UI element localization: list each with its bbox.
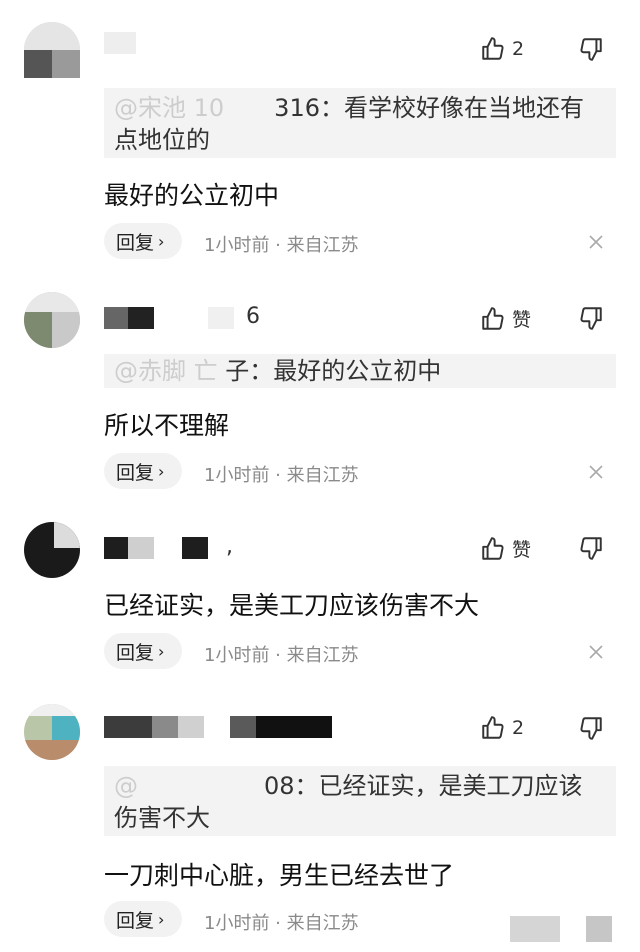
- avatar[interactable]: [24, 292, 80, 348]
- comment-item: 2 @宋池 10 316：看学校好像在当地还有点地位的 最好的公立初中 回复 › …: [0, 0, 640, 270]
- like-button[interactable]: 赞: [480, 535, 531, 562]
- reply-label: 回复: [116, 231, 155, 254]
- like-label: 赞: [512, 539, 532, 561]
- quoted-username: @: [114, 772, 138, 800]
- reply-button[interactable]: 回复 ›: [104, 901, 182, 937]
- thumbs-up-icon: [482, 536, 504, 560]
- thumbs-down-icon: [580, 38, 602, 61]
- reply-label: 回复: [116, 461, 155, 484]
- close-icon[interactable]: [586, 462, 606, 482]
- close-icon[interactable]: [586, 642, 606, 662]
- like-button[interactable]: 赞: [480, 305, 531, 332]
- quoted-username: @赤脚 亡: [114, 357, 226, 385]
- chevron-right-icon: ›: [158, 909, 165, 929]
- quoted-reply[interactable]: @赤脚 亡 子：最好的公立初中: [104, 354, 616, 388]
- like-label: 赞: [512, 309, 532, 331]
- comment-text: 已经证实，是美工刀应该伤害不大: [104, 591, 480, 620]
- comment-meta: 1小时前 · 来自江苏: [204, 645, 359, 666]
- username-redacted[interactable]: [104, 716, 332, 738]
- thumbs-up-icon: [482, 37, 504, 60]
- reply-button[interactable]: 回复 ›: [104, 223, 182, 259]
- dislike-button[interactable]: [578, 715, 604, 741]
- like-button[interactable]: 2: [480, 36, 524, 62]
- comment-text: 一刀刺中心脏，男生已经去世了: [104, 861, 455, 890]
- comment-item: , 赞 已经证实，是美工刀应该伤害不大 回复 › 1小时前 · 来自江苏: [0, 500, 640, 690]
- dislike-button[interactable]: [578, 535, 604, 561]
- reply-label: 回复: [116, 641, 155, 664]
- thumbs-up-icon: [482, 716, 504, 739]
- comment-item: 6 赞 @赤脚 亡 子：最好的公立初中 所以不理解 回复 › 1小时前 · 来自…: [0, 270, 640, 500]
- chevron-right-icon: ›: [158, 231, 165, 251]
- quoted-reply[interactable]: @宋池 10 316：看学校好像在当地还有点地位的: [104, 88, 616, 158]
- avatar[interactable]: [24, 522, 80, 578]
- comment-item: 2 @08：已经证实，是美工刀应该伤害不大 一刀刺中心脏，男生已经去世了 回复 …: [0, 690, 640, 952]
- like-button[interactable]: 2: [480, 715, 524, 741]
- like-count: 2: [512, 38, 525, 60]
- quoted-text: 子：最好的公立初中: [225, 357, 442, 385]
- username-fragment: ,: [226, 534, 233, 559]
- chevron-right-icon: ›: [158, 641, 165, 661]
- username-fragment: 6: [246, 304, 260, 329]
- reply-label: 回复: [116, 909, 155, 932]
- dislike-button[interactable]: [578, 36, 604, 62]
- quoted-reply[interactable]: @08：已经证实，是美工刀应该伤害不大: [104, 766, 616, 836]
- comment-meta: 1小时前 · 来自江苏: [204, 465, 359, 486]
- quoted-username: @宋池 10: [114, 94, 225, 122]
- thumbs-down-icon: [580, 717, 602, 740]
- comment-text: 最好的公立初中: [104, 181, 280, 210]
- redaction-block: [510, 916, 560, 942]
- reply-button[interactable]: 回复 ›: [104, 633, 182, 669]
- comment-meta: 1小时前 · 来自江苏: [204, 235, 359, 256]
- username-redacted[interactable]: [104, 537, 208, 559]
- username-redacted[interactable]: [104, 32, 136, 54]
- thumbs-up-icon: [482, 306, 504, 330]
- like-count: 2: [512, 717, 525, 739]
- username-redacted[interactable]: [104, 307, 244, 329]
- thumbs-down-icon: [580, 307, 602, 330]
- dislike-button[interactable]: [578, 305, 604, 331]
- thumbs-down-icon: [580, 537, 602, 560]
- quoted-text: 08：已经证实，是美工刀应该伤害不大: [114, 772, 583, 832]
- chevron-right-icon: ›: [158, 461, 165, 481]
- reply-button[interactable]: 回复 ›: [104, 453, 182, 489]
- close-icon[interactable]: [586, 232, 606, 252]
- avatar[interactable]: [24, 22, 80, 78]
- redaction-block: [586, 916, 612, 942]
- comment-meta: 1小时前 · 来自江苏: [204, 913, 359, 934]
- comment-text: 所以不理解: [104, 411, 230, 440]
- avatar[interactable]: [24, 704, 80, 760]
